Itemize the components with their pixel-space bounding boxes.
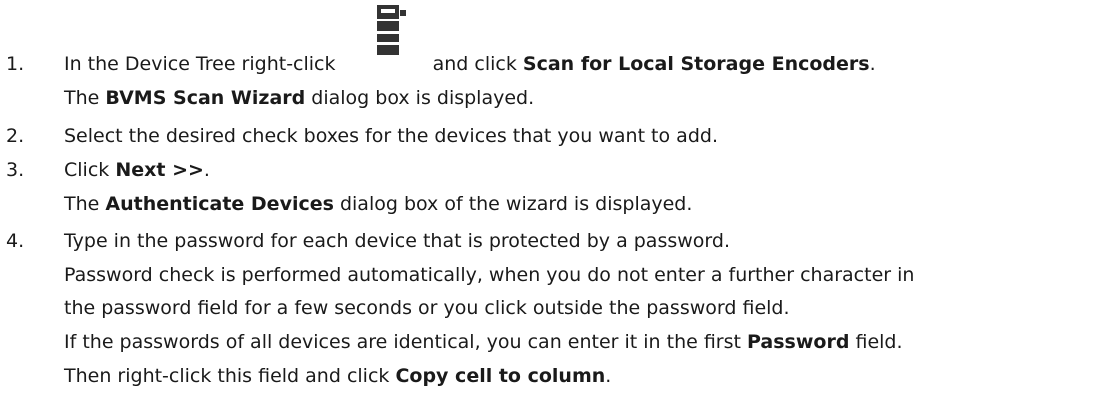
copy-cell-to-column-command: Copy cell to column (395, 365, 606, 387)
step-1-number: 1. (6, 53, 25, 75)
step-2-number: 2. (6, 125, 25, 147)
next-command: Next >> (115, 159, 204, 181)
step-4-detail-3: If the passwords of all devices are iden… (64, 331, 903, 353)
step-2-text: Select the desired check boxes for the d… (64, 125, 718, 147)
step-4-detail-2: the password field for a few seconds or … (64, 297, 790, 319)
step-1-text: In the Device Tree right-click and click… (64, 53, 876, 75)
authenticate-devices-label: Authenticate Devices (105, 193, 334, 215)
step-3-text: Click Next >>. (64, 159, 210, 181)
step-4-number: 4. (6, 230, 25, 252)
step-3-result: The Authenticate Devices dialog box of t… (64, 193, 693, 215)
scan-local-storage-command: Scan for Local Storage Encoders (522, 53, 870, 75)
step-4-text: Type in the password for each device tha… (64, 230, 730, 252)
step-3-number: 3. (6, 159, 25, 181)
bvms-scan-wizard-label: BVMS Scan Wizard (105, 87, 306, 109)
step-4-detail-1: Password check is performed automaticall… (64, 264, 915, 286)
step-4-detail-4: Then right-click this field and click Co… (64, 365, 612, 387)
step-1-result: The BVMS Scan Wizard dialog box is displ… (64, 87, 535, 109)
password-field-label: Password (747, 331, 850, 353)
